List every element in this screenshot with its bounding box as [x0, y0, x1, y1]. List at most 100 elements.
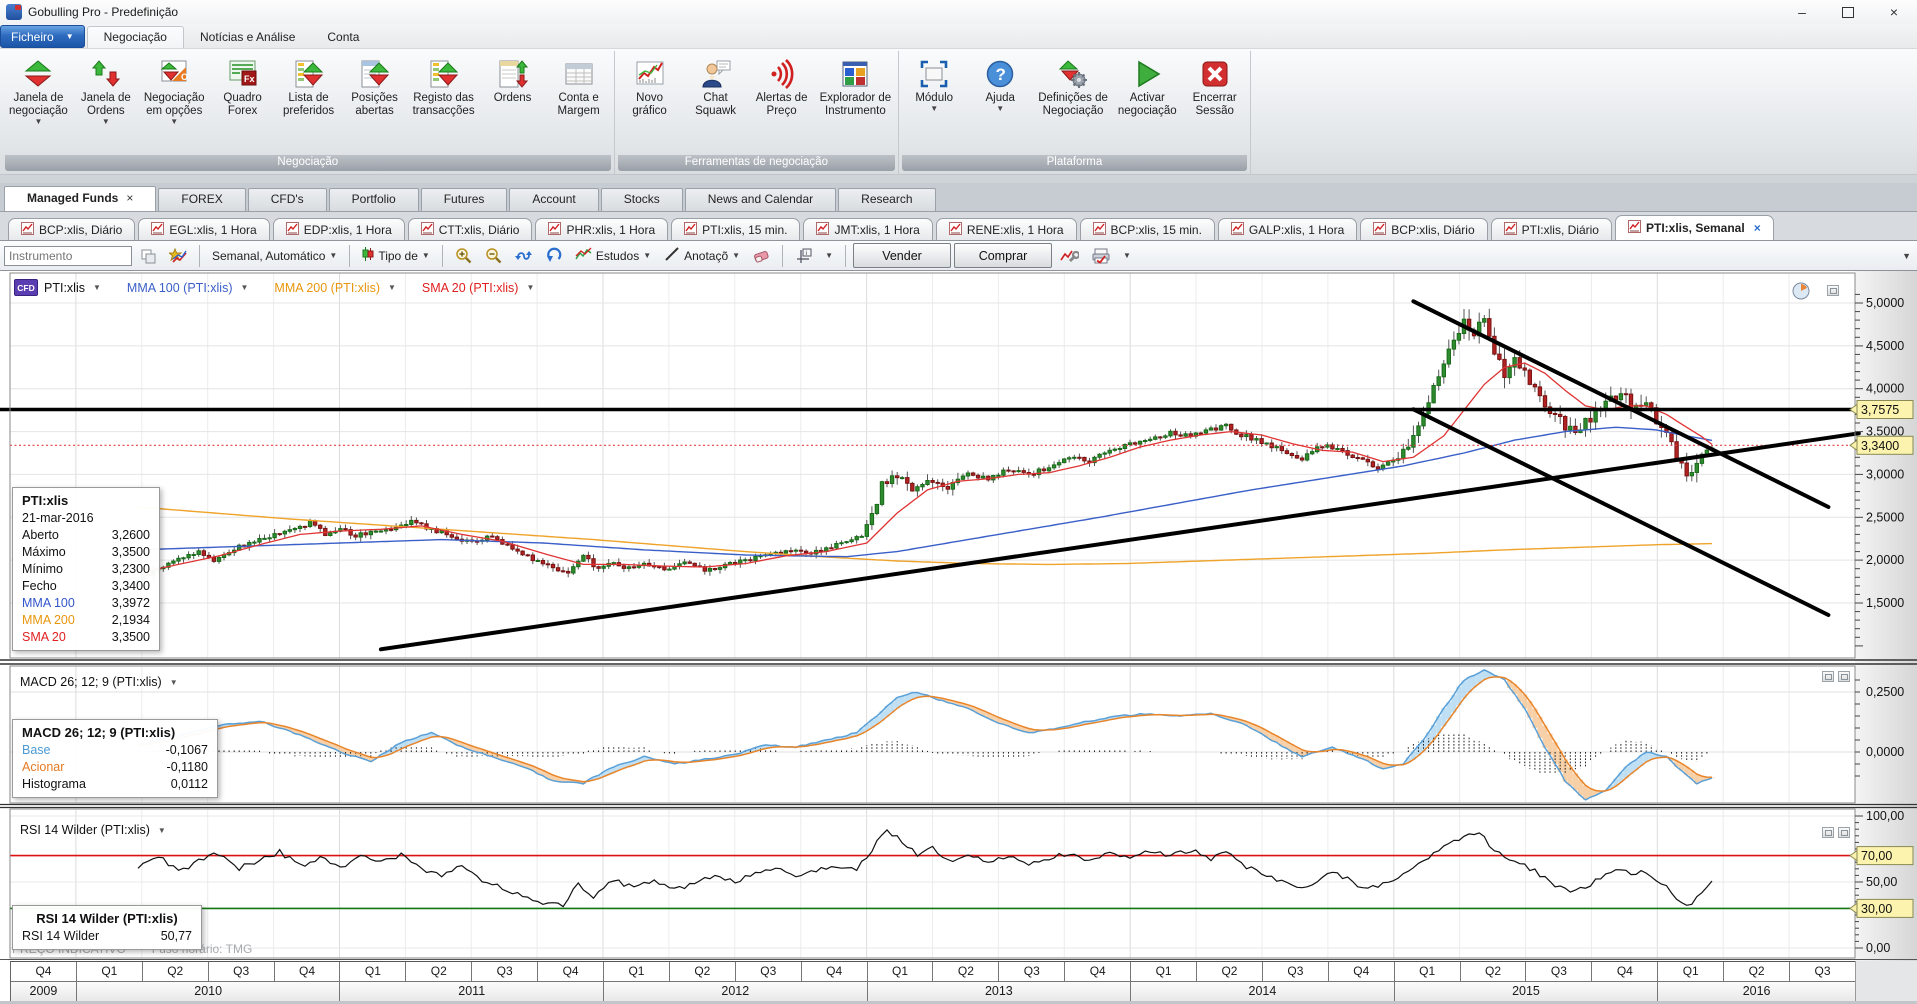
instrument-input[interactable]	[4, 246, 132, 266]
menu-tab-not-cias-e-an-lise[interactable]: Notícias e Análise	[184, 27, 311, 48]
quarter-cell[interactable]: Q1	[868, 962, 934, 982]
workspace-tab-account[interactable]: Account	[509, 188, 598, 211]
ribbon-button-janela-de-negocia-o[interactable]: Janela de negociação ▼	[4, 53, 73, 126]
crosshair-button[interactable]: i	[790, 244, 817, 268]
minimize-button[interactable]: –	[1779, 0, 1825, 24]
year-cell[interactable]: 2011	[340, 982, 604, 1002]
legend-instrument[interactable]: PTI:xlis	[44, 281, 85, 295]
studies-dropdown[interactable]: Estudos▼	[570, 244, 656, 268]
ribbon-button-explorador-de-instrumento[interactable]: Explorador de Instrumento	[815, 53, 897, 118]
quarter-cell[interactable]: Q4	[802, 962, 868, 982]
doc-tab-11[interactable]: PTI:xlis, Diário	[1491, 218, 1612, 240]
rsi-panel-restore-icon[interactable]	[1822, 827, 1834, 838]
zoom-in-button[interactable]	[450, 244, 477, 268]
doc-tab-2[interactable]: EDP:xlis, 1 Hora	[273, 218, 405, 240]
print-button[interactable]	[1087, 244, 1115, 268]
quarter-cell[interactable]: Q3	[736, 962, 802, 982]
quarter-cell[interactable]: Q1	[604, 962, 670, 982]
undo-button[interactable]	[540, 244, 567, 268]
ribbon-button-chat-squawk[interactable]: Chat Squawk	[683, 53, 749, 118]
quarter-cell[interactable]: Q2	[406, 962, 472, 982]
price-panel-restore-icon[interactable]	[1827, 285, 1839, 296]
quarter-cell[interactable]: Q4	[538, 962, 604, 982]
eraser-button[interactable]	[748, 244, 775, 268]
ribbon-button-quadro-forex[interactable]: Fx Quadro Forex	[210, 53, 276, 118]
workspace-tab-cfd-s[interactable]: CFD's	[248, 188, 327, 211]
workspace-tab-stocks[interactable]: Stocks	[601, 188, 683, 211]
ribbon-button-novo-gr-fico[interactable]: Novo gráfico	[617, 53, 683, 118]
year-cell[interactable]: 2015	[1395, 982, 1659, 1002]
file-menu-button[interactable]: Ficheiro▼	[0, 25, 85, 48]
year-cell[interactable]: 2014	[1131, 982, 1395, 1002]
legend-macd[interactable]: MACD 26; 12; 9 (PTI:xlis)	[20, 675, 162, 689]
quarter-cell[interactable]: Q4	[1065, 962, 1131, 982]
print-dropdown[interactable]: ▼	[1118, 244, 1136, 268]
doc-tab-3[interactable]: CTT:xlis, Diário	[408, 218, 533, 240]
quarter-cell[interactable]: Q1	[1131, 962, 1197, 982]
ribbon-button-defini-es-de-negocia-o[interactable]: Definições de Negociação	[1033, 53, 1113, 118]
ribbon-button-m-dulo[interactable]: Módulo ▼	[901, 53, 967, 113]
rsi-panel-close-icon[interactable]	[1838, 827, 1850, 838]
ribbon-button-alertas-de-pre-o[interactable]: Alertas de Preço	[749, 53, 815, 118]
maximize-button[interactable]	[1825, 0, 1871, 24]
quarter-cell[interactable]: Q1	[1658, 962, 1724, 982]
legend-ma100[interactable]: MMA 100 (PTI:xlis)	[127, 281, 233, 295]
sell-button[interactable]: Vender	[853, 243, 951, 268]
ribbon-button-conta-e-margem[interactable]: Conta e Margem	[546, 53, 612, 118]
doc-tab-7[interactable]: RENE:xlis, 1 Hora	[936, 218, 1077, 240]
quarter-cell[interactable]: Q3	[1263, 962, 1329, 982]
quarter-cell[interactable]: Q2	[933, 962, 999, 982]
doc-tab-5[interactable]: PTI:xlis, 15 min.	[671, 218, 800, 240]
quarter-cell[interactable]: Q3	[472, 962, 538, 982]
ribbon-button-janela-de-ordens[interactable]: Janela de Ordens ▼	[73, 53, 139, 126]
quarter-cell[interactable]: Q1	[340, 962, 406, 982]
annotations-dropdown[interactable]: Anotaçõ▼	[659, 244, 745, 268]
year-cell[interactable]: 2010	[77, 982, 341, 1002]
menu-tab-conta[interactable]: Conta	[311, 27, 375, 48]
doc-tab-8[interactable]: BCP:xlis, 15 min.	[1080, 218, 1215, 240]
quarter-cell[interactable]: Q2	[1724, 962, 1790, 982]
quarter-cell[interactable]: Q2	[143, 962, 209, 982]
favorite-chart-button[interactable]	[164, 244, 192, 268]
quarter-cell[interactable]: Q2	[1197, 962, 1263, 982]
doc-tab-0[interactable]: BCP:xlis, Diário	[8, 218, 135, 240]
quarter-cell[interactable]: Q3	[999, 962, 1065, 982]
year-cell[interactable]: 2013	[868, 982, 1132, 1002]
doc-tab-10[interactable]: BCP:xlis, Diário	[1360, 218, 1487, 240]
doc-tab-9[interactable]: GALP:xlis, 1 Hora	[1218, 218, 1357, 240]
chart-settings-button[interactable]	[1055, 244, 1084, 268]
legend-rsi[interactable]: RSI 14 Wilder (PTI:xlis)	[20, 823, 150, 837]
period-dropdown[interactable]: Semanal, Automático▼	[207, 244, 342, 268]
quarter-cell[interactable]: Q4	[11, 962, 77, 982]
workspace-tab-research[interactable]: Research	[838, 188, 935, 211]
legend-ma200[interactable]: MMA 200 (PTI:xlis)	[274, 281, 380, 295]
quarter-cell[interactable]: Q1	[1395, 962, 1461, 982]
ribbon-button-posi-es-abertas[interactable]: Posições abertas	[342, 53, 408, 118]
quarter-cell[interactable]: Q3	[1526, 962, 1592, 982]
legend-sma20[interactable]: SMA 20 (PTI:xlis)	[422, 281, 519, 295]
ribbon-button-registo-das-transac-es[interactable]: Registo das transacções	[408, 53, 480, 118]
year-cell[interactable]: 2012	[604, 982, 868, 1002]
quarter-cell[interactable]: Q2	[1461, 962, 1527, 982]
buy-button[interactable]: Comprar	[954, 243, 1052, 268]
quarter-cell[interactable]: Q4	[275, 962, 341, 982]
close-icon[interactable]: ×	[126, 191, 133, 205]
toolbar-overflow-button[interactable]: ▼	[1902, 251, 1913, 261]
pan-button[interactable]	[510, 244, 537, 268]
zoom-out-button[interactable]	[480, 244, 507, 268]
ribbon-button-lista-de-preferidos[interactable]: Lista de preferidos	[276, 53, 342, 118]
quarter-cell[interactable]: Q3	[209, 962, 275, 982]
ribbon-button-ordens[interactable]: Ordens	[480, 53, 546, 105]
menu-tab-negocia-o[interactable]: Negociação	[87, 26, 184, 48]
ribbon-button-negocia-o-em-op-es[interactable]: O Negociação em opções ▼	[139, 53, 210, 126]
macd-panel-restore-icon[interactable]	[1822, 671, 1834, 682]
workspace-tab-portfolio[interactable]: Portfolio	[329, 188, 419, 211]
chart-canvas[interactable]: 5,00004,50004,00003,50003,00002,50002,00…	[0, 271, 1917, 1004]
quarter-cell[interactable]: Q3	[1790, 962, 1856, 982]
ribbon-button-activar-negocia-o[interactable]: Activar negociação	[1113, 53, 1182, 118]
workspace-tab-news-and-calendar[interactable]: News and Calendar	[685, 188, 836, 211]
crosshair-dropdown[interactable]: ▼	[820, 244, 838, 268]
quarter-cell[interactable]: Q4	[1329, 962, 1395, 982]
ribbon-button-ajuda[interactable]: ? Ajuda ▼	[967, 53, 1033, 113]
workspace-tab-managed-funds[interactable]: Managed Funds×	[4, 186, 156, 211]
